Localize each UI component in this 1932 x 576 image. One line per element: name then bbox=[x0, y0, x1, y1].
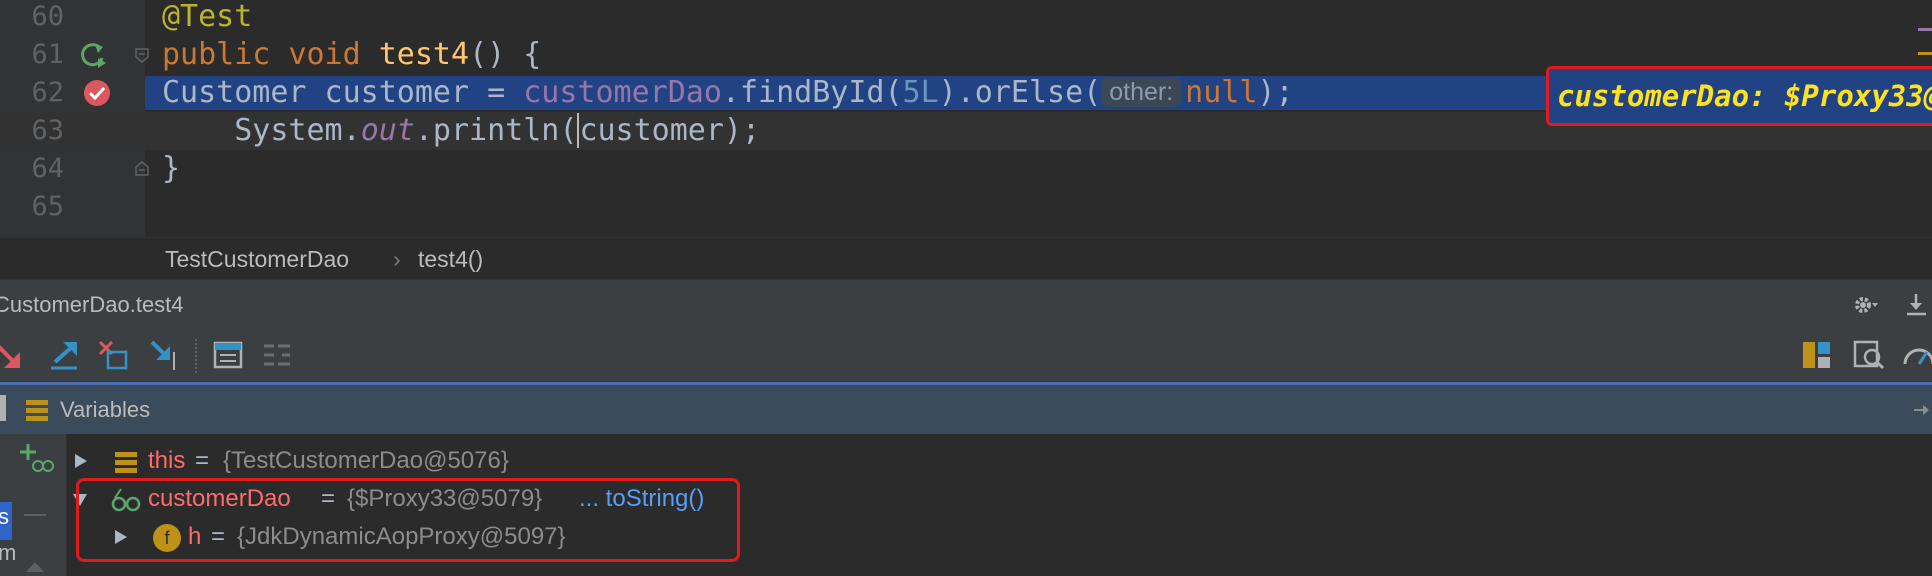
variables-icon bbox=[26, 400, 48, 421]
frames-edge-text: s bbox=[0, 504, 9, 529]
code-text: .println( bbox=[414, 113, 578, 148]
debug-toolbar bbox=[0, 329, 1932, 382]
fold-end-icon[interactable] bbox=[134, 161, 150, 177]
code-text: Customer customer = bbox=[162, 75, 524, 110]
breadcrumb: TestCustomerDao › test4() bbox=[0, 237, 1932, 280]
variable-row-this[interactable]: this = {TestCustomerDao@5076} bbox=[67, 442, 1932, 480]
debug-session-title[interactable]: CustomerDao.test4 bbox=[0, 292, 184, 318]
variables-panel-header: Variables bbox=[0, 382, 1932, 434]
step-out-icon[interactable] bbox=[47, 338, 81, 372]
keyword: null bbox=[1185, 75, 1258, 110]
code-text: .findById( bbox=[721, 75, 903, 110]
drop-frame-icon[interactable] bbox=[96, 338, 130, 372]
code-text: System. bbox=[234, 113, 361, 148]
code-text: ); bbox=[1257, 75, 1294, 110]
run-test-icon[interactable] bbox=[78, 40, 108, 70]
move-up-icon[interactable] bbox=[26, 562, 44, 572]
keyword: void bbox=[288, 37, 361, 72]
panel-edge bbox=[0, 395, 6, 421]
code-text: () { bbox=[469, 37, 542, 72]
inline-debug-value: customerDao: $Proxy33@5079 bbox=[1546, 66, 1932, 126]
inline-debug-value-text: customerDao: $Proxy33@5079 bbox=[1557, 79, 1932, 113]
new-watch-icon[interactable] bbox=[20, 442, 54, 476]
code-text: ).orElse( bbox=[938, 75, 1102, 110]
memory-view-icon[interactable] bbox=[1852, 338, 1886, 372]
line-number: 60 bbox=[31, 1, 64, 32]
object-icon bbox=[115, 452, 137, 473]
breakpoint-icon[interactable] bbox=[82, 78, 112, 108]
line-number: 65 bbox=[31, 191, 64, 222]
gear-icon[interactable] bbox=[1852, 292, 1878, 318]
debug-tool-window-header: CustomerDao.test4 bbox=[0, 279, 1932, 331]
trace-current-stream-icon[interactable] bbox=[260, 338, 294, 372]
method-name: test4 bbox=[378, 37, 470, 72]
breadcrumb-method[interactable]: test4() bbox=[418, 246, 483, 273]
code-line[interactable]: 64 } bbox=[0, 150, 1932, 188]
variable-equals: = bbox=[195, 447, 210, 474]
evaluate-expression-icon[interactable] bbox=[211, 338, 245, 372]
restore-layout-icon[interactable] bbox=[1800, 338, 1834, 372]
performance-gauge-icon[interactable] bbox=[1902, 338, 1932, 372]
code-text: } bbox=[162, 151, 181, 186]
annotation-test: @Test bbox=[162, 0, 253, 34]
pin-download-icon[interactable] bbox=[1904, 292, 1930, 318]
line-number: 61 bbox=[31, 39, 64, 70]
remove-watch-icon[interactable] bbox=[24, 514, 46, 516]
variable-name: this bbox=[148, 447, 186, 474]
field-reference: customerDao bbox=[523, 75, 722, 110]
breadcrumb-class[interactable]: TestCustomerDao bbox=[165, 246, 349, 273]
line-number: 64 bbox=[31, 153, 64, 184]
static-field: out bbox=[360, 113, 415, 148]
fold-marker-icon[interactable] bbox=[134, 47, 150, 63]
run-to-cursor-icon[interactable] bbox=[148, 338, 182, 372]
keyword: public bbox=[162, 37, 271, 72]
toolbar-separator bbox=[195, 339, 198, 373]
code-text-with-caret: customer); bbox=[577, 113, 761, 148]
step-into-icon[interactable] bbox=[0, 338, 28, 372]
number-literal: 5L bbox=[902, 75, 939, 110]
variables-side-toolbar: s m bbox=[0, 434, 67, 576]
breadcrumb-separator: › bbox=[393, 246, 401, 272]
frames-edge-text: m bbox=[0, 540, 17, 565]
code-editor[interactable]: 60 @Test 61 public void test4() { 62 Cus… bbox=[0, 0, 1932, 237]
parameter-hint: other: bbox=[1101, 77, 1182, 107]
line-number: 62 bbox=[31, 77, 64, 108]
annotation-highlight-box bbox=[76, 478, 740, 562]
variable-value: {TestCustomerDao@5076} bbox=[223, 447, 509, 474]
arrow-right-icon[interactable] bbox=[1912, 401, 1930, 419]
scroll-marker bbox=[1918, 28, 1932, 31]
expand-arrow-icon[interactable] bbox=[75, 454, 87, 468]
variables-title: Variables bbox=[60, 397, 151, 422]
line-number: 63 bbox=[31, 115, 64, 146]
code-line[interactable]: 65 bbox=[0, 188, 1932, 226]
code-line[interactable]: 60 @Test bbox=[0, 0, 1932, 36]
scroll-marker bbox=[1918, 52, 1932, 55]
